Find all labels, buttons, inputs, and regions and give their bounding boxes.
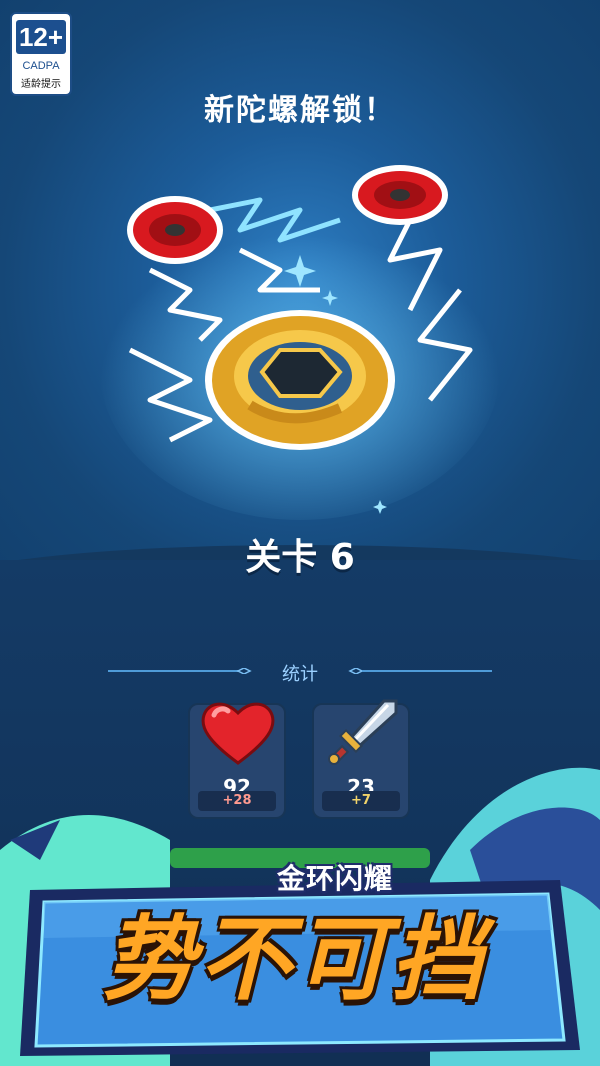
game-screen: 12+ CADPA 适龄提示 新陀螺解锁！ 关卡 6 统计 92 +28 23 … <box>0 0 600 1066</box>
stats-divider-right <box>348 668 492 674</box>
red-spinning-top-icon <box>127 196 223 264</box>
stats-title: 统计 <box>282 664 318 685</box>
spinning-top-artwork <box>100 165 500 520</box>
promo-subtitle: 金环闪耀 <box>276 862 393 895</box>
red-spinning-top-icon <box>352 165 448 225</box>
heart-icon <box>201 702 275 765</box>
age-rating-org: CADPA <box>22 60 60 72</box>
gold-spinning-top-icon <box>205 310 395 450</box>
age-rating-badge: 12+ CADPA 适龄提示 <box>10 12 72 96</box>
stats-divider-left <box>108 668 252 674</box>
level-label: 关卡 6 <box>245 537 355 578</box>
unlock-title: 新陀螺解锁！ <box>204 93 396 128</box>
promo-headline: 势不可挡 <box>102 906 487 1013</box>
age-rating-label: 12+ <box>16 20 66 54</box>
sword-icon <box>328 699 398 765</box>
